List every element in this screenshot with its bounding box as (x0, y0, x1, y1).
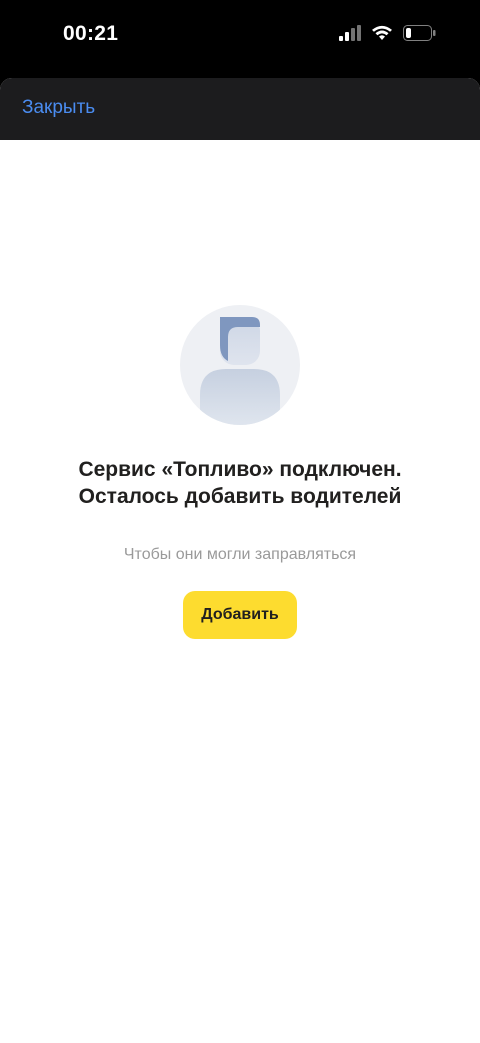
add-drivers-button[interactable]: Добавить (183, 591, 297, 639)
empty-state-title: Сервис «Топливо» подключен. Осталось доб… (78, 458, 402, 508)
close-button[interactable]: Закрыть (22, 97, 95, 119)
status-time: 00:21 (63, 22, 119, 45)
battery-icon (403, 25, 436, 41)
modal-sheet: Закрыть Сервис «Топливо» подключен. Оста… (0, 78, 480, 1043)
status-bar: 00:21 (0, 0, 480, 72)
person-placeholder-icon (180, 305, 300, 425)
nav-bar: Закрыть (0, 78, 480, 140)
wifi-icon (372, 25, 392, 40)
empty-state-subtitle: Чтобы они могли заправляться (123, 546, 357, 563)
cellular-signal-icon (339, 25, 361, 41)
status-icons (339, 25, 436, 41)
